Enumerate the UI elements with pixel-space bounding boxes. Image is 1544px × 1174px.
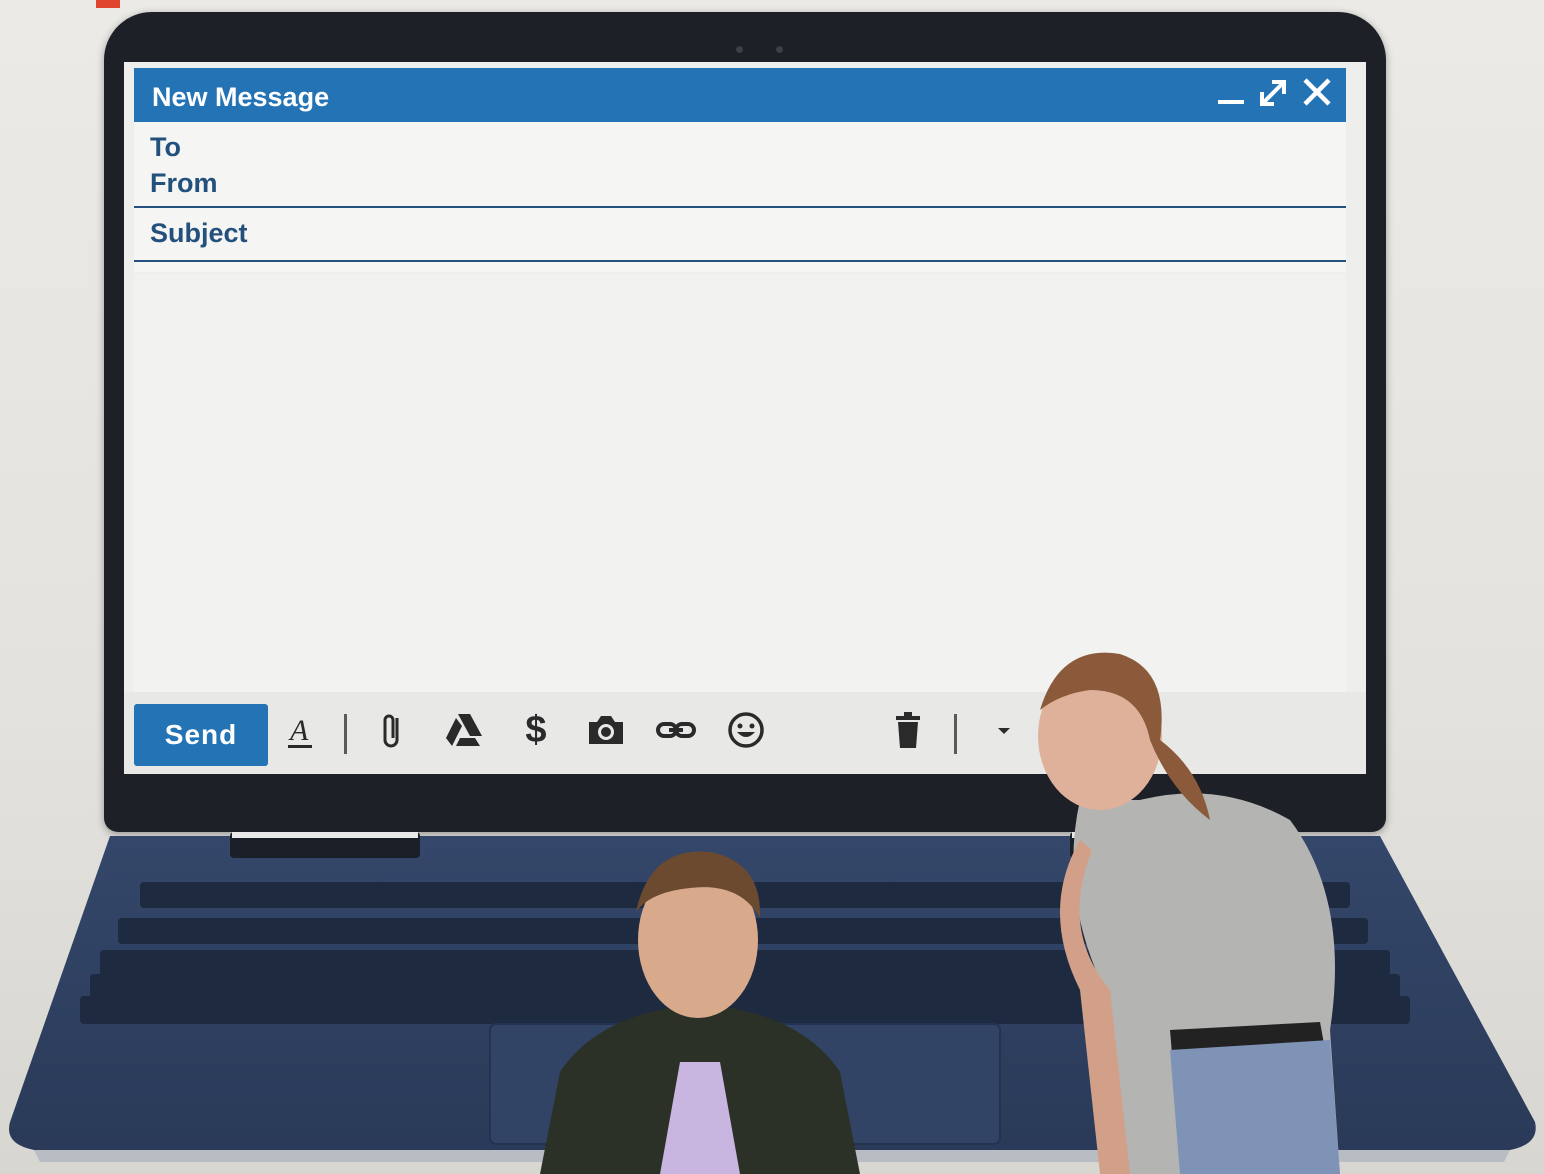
- girl-photo: [1038, 652, 1340, 1174]
- send-button[interactable]: Send: [134, 704, 268, 766]
- webcam-dot: [776, 46, 783, 53]
- boy-photo: [540, 851, 860, 1174]
- webcam-dot: [736, 46, 743, 53]
- expand-icon[interactable]: [1256, 74, 1290, 110]
- link-icon[interactable]: [654, 708, 698, 752]
- trash-icon[interactable]: [886, 708, 930, 752]
- from-field[interactable]: From: [150, 168, 218, 199]
- to-field[interactable]: To: [150, 132, 181, 163]
- divider: [134, 206, 1346, 208]
- toolbar-divider: [954, 714, 957, 754]
- compose-title: New Message: [152, 82, 330, 112]
- toolbar-divider: [344, 714, 347, 754]
- emoji-icon[interactable]: [724, 708, 768, 752]
- minimize-icon[interactable]: [1214, 74, 1248, 110]
- close-icon[interactable]: [1300, 74, 1334, 110]
- message-body-input[interactable]: [134, 274, 1346, 692]
- divider: [134, 260, 1346, 262]
- money-icon[interactable]: $: [514, 708, 558, 752]
- page-corner-mark: [96, 0, 120, 8]
- attach-icon[interactable]: [370, 708, 414, 752]
- camera-icon[interactable]: [584, 708, 628, 752]
- svg-text:A: A: [288, 714, 309, 747]
- formatting-icon[interactable]: A: [278, 708, 322, 752]
- compose-header-fields: To From Subject: [134, 122, 1346, 272]
- compose-titlebar: New Message: [134, 68, 1346, 122]
- drive-icon[interactable]: [442, 708, 486, 752]
- subject-field[interactable]: Subject: [150, 218, 248, 249]
